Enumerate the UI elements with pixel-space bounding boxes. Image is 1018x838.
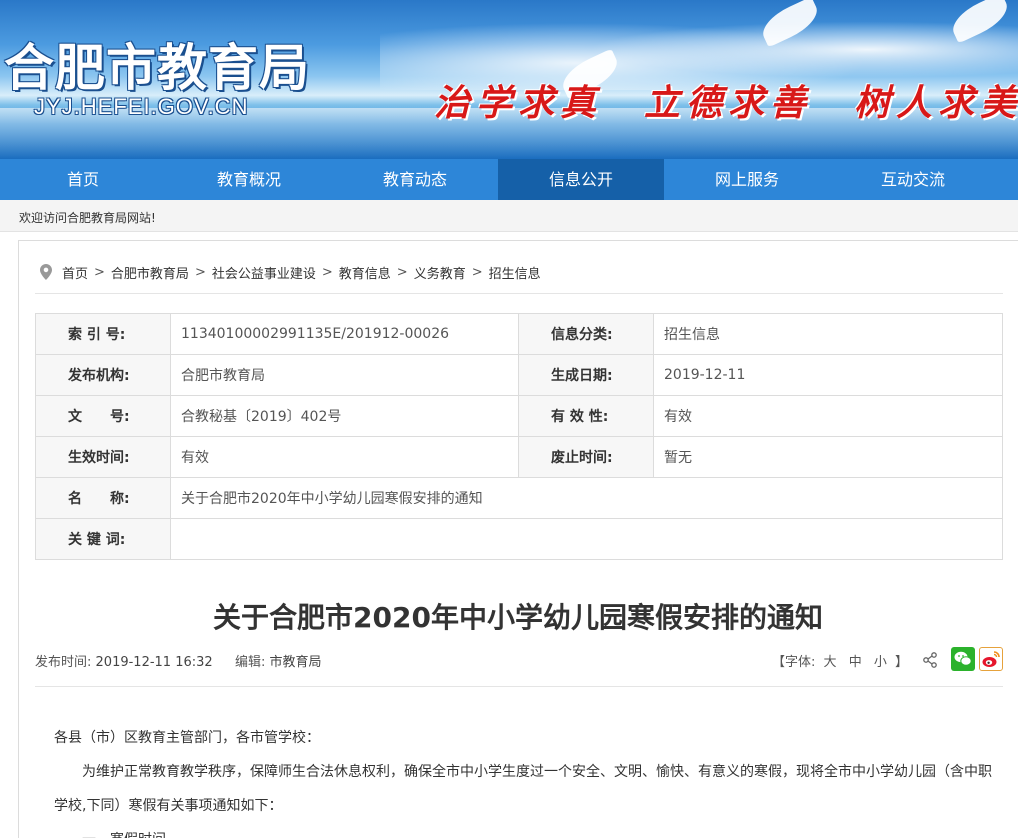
seagull-icon bbox=[760, 8, 830, 44]
keywords-label: 关 键 词: bbox=[35, 518, 171, 560]
breadcrumb-education-info[interactable]: 教育信息 bbox=[339, 263, 391, 282]
article-body: 各县（市）区教育主管部门，各市管学校： 为维护正常教育教学秩序，保障师生合法休息… bbox=[54, 721, 994, 838]
category-value: 招生信息 bbox=[653, 313, 1003, 355]
category-label: 信息分类: bbox=[518, 313, 654, 355]
breadcrumb-public-welfare[interactable]: 社会公益事业建设 bbox=[212, 263, 316, 282]
table-row: 生效时间: 有效 废止时间: 暂无 bbox=[35, 436, 1003, 478]
divider bbox=[35, 293, 1003, 294]
article-greeting: 各县（市）区教育主管部门，各市管学校： bbox=[54, 730, 320, 746]
font-medium-button[interactable]: 中 bbox=[849, 655, 862, 670]
doc-no-label: 文 号: bbox=[35, 395, 171, 437]
seagull-icon bbox=[950, 4, 1018, 40]
nav-item-home[interactable]: 首页 bbox=[0, 159, 166, 200]
article-paragraph: 为维护正常教育教学秩序，保障师生合法休息权利，确保全市中小学生度过一个安全、文明… bbox=[54, 764, 992, 814]
article-meta: 发布时间: 2019-12-11 16:32 编辑: 市教育局 bbox=[35, 651, 322, 670]
breadcrumb-bureau[interactable]: 合肥市教育局 bbox=[111, 263, 189, 282]
site-title[interactable]: 合肥市教育局 bbox=[4, 28, 310, 100]
header-banner: 合肥市教育局 JYJ.HEFEI.GOV.CN 治学求真 立德求善 树人求美 bbox=[0, 0, 1018, 159]
site-domain: JYJ.HEFEI.GOV.CN bbox=[34, 94, 249, 119]
breadcrumb-separator: > bbox=[321, 264, 333, 280]
share-icon[interactable] bbox=[922, 652, 938, 668]
divider bbox=[35, 686, 1003, 687]
breadcrumb: 首页 > 合肥市教育局 > 社会公益事业建设 > 教育信息 > 义务教育 > 招… bbox=[40, 262, 541, 282]
article-title: 关于合肥市2020年中小学幼儿园寒假安排的通知 bbox=[213, 601, 823, 634]
effective-label: 生效时间: bbox=[35, 436, 171, 478]
publisher-value: 合肥市教育局 bbox=[170, 354, 519, 396]
validity-label: 有 效 性: bbox=[518, 395, 654, 437]
font-label-open: 【字体: bbox=[772, 655, 816, 670]
nav-item-overview[interactable]: 教育概况 bbox=[166, 159, 332, 200]
index-label: 索 引 号: bbox=[35, 313, 171, 355]
doc-no-value: 合教秘基〔2019〕402号 bbox=[170, 395, 519, 437]
breadcrumb-separator: > bbox=[94, 264, 105, 280]
table-row: 名 称: 关于合肥市2020年中小学幼儿园寒假安排的通知 bbox=[35, 477, 1003, 519]
name-label: 名 称: bbox=[35, 477, 171, 519]
date-label: 生成日期: bbox=[518, 354, 654, 396]
effective-value: 有效 bbox=[170, 436, 519, 478]
font-label-close: 】 bbox=[895, 655, 909, 670]
info-table: 索 引 号: 11340100002991135E/201912-00026 信… bbox=[35, 313, 1003, 560]
publisher-label: 发布机构: bbox=[35, 354, 171, 396]
breadcrumb-enrollment-info[interactable]: 招生信息 bbox=[489, 263, 541, 282]
publish-time: 2019-12-11 16:32 bbox=[95, 655, 213, 670]
table-row: 文 号: 合教秘基〔2019〕402号 有 效 性: 有效 bbox=[35, 395, 1003, 437]
table-row: 发布机构: 合肥市教育局 生成日期: 2019-12-11 bbox=[35, 354, 1003, 396]
article-section-heading: 一、寒假时间 bbox=[54, 823, 994, 838]
nav-item-interaction[interactable]: 互动交流 bbox=[830, 159, 996, 200]
font-large-button[interactable]: 大 bbox=[824, 655, 837, 670]
welcome-bar: 欢迎访问合肥教育局网站! bbox=[0, 200, 1018, 232]
wechat-icon[interactable] bbox=[951, 647, 975, 671]
site-slogan: 治学求真 立德求善 树人求美 bbox=[434, 82, 1018, 124]
location-pin-icon bbox=[40, 264, 52, 280]
date-value: 2019-12-11 bbox=[653, 354, 1003, 396]
breadcrumb-separator: > bbox=[396, 264, 408, 280]
welcome-text: 欢迎访问合肥教育局网站! bbox=[19, 211, 156, 225]
index-value: 11340100002991135E/201912-00026 bbox=[170, 313, 519, 355]
validity-value: 有效 bbox=[653, 395, 1003, 437]
table-row: 索 引 号: 11340100002991135E/201912-00026 信… bbox=[35, 313, 1003, 355]
nav-item-news[interactable]: 教育动态 bbox=[332, 159, 498, 200]
breadcrumb-compulsory-education[interactable]: 义务教育 bbox=[414, 263, 466, 282]
expiry-value: 暂无 bbox=[653, 436, 1003, 478]
breadcrumb-home[interactable]: 首页 bbox=[62, 263, 88, 282]
table-row: 关 键 词: bbox=[35, 518, 1003, 560]
font-size-switcher: 【字体: 大 中 小 】 bbox=[772, 651, 908, 670]
nav-item-info-disclosure[interactable]: 信息公开 bbox=[498, 159, 664, 200]
editor-name: 市教育局 bbox=[269, 655, 322, 670]
breadcrumb-separator: > bbox=[471, 264, 483, 280]
nav-item-online-service[interactable]: 网上服务 bbox=[664, 159, 830, 200]
keywords-value bbox=[170, 518, 1003, 560]
name-value: 关于合肥市2020年中小学幼儿园寒假安排的通知 bbox=[170, 477, 1003, 519]
editor-label: 编辑: bbox=[234, 655, 266, 670]
publish-label: 发布时间: bbox=[35, 655, 92, 670]
font-small-button[interactable]: 小 bbox=[874, 655, 887, 670]
breadcrumb-separator: > bbox=[194, 264, 206, 280]
main-nav: 首页 教育概况 教育动态 信息公开 网上服务 互动交流 bbox=[0, 159, 1018, 200]
expiry-label: 废止时间: bbox=[518, 436, 654, 478]
weibo-icon[interactable] bbox=[979, 647, 1003, 671]
